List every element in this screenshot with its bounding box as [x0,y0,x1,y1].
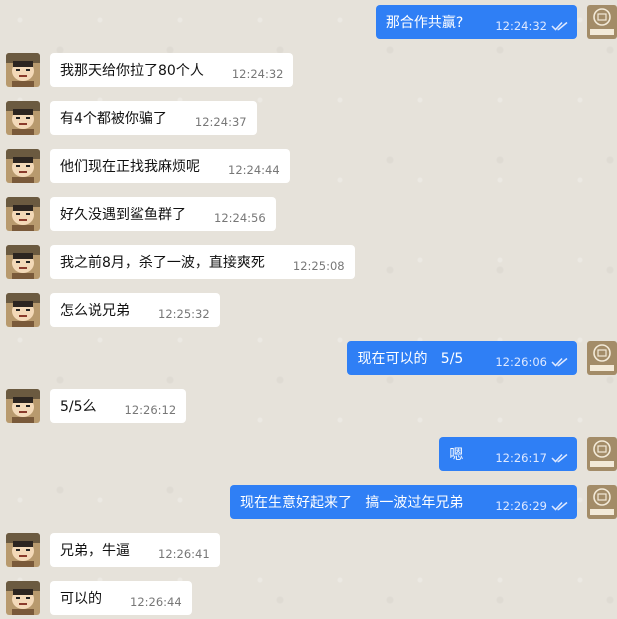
seal-stamp-avatar-icon [587,341,617,375]
cartoon-boy-avatar-icon [6,149,40,183]
cartoon-boy-avatar-icon [6,581,40,615]
message-bubble[interactable]: 5/5么 12:26:12 [50,389,187,423]
message-time: 12:24:44 [228,163,280,177]
message-text: 现在可以的 5/5 [357,351,464,367]
message-time: 12:24:56 [214,211,266,225]
message-row-incoming: 好久没遇到鲨鱼群了 12:24:56 [0,197,617,235]
message-row-incoming: 我之前8月，杀了一波，直接爽死 12:25:08 [0,245,617,283]
message-row-incoming: 5/5么 12:26:12 [0,389,617,427]
message-row-incoming: 我那天给你拉了80个人 12:24:32 [0,53,617,91]
message-row-outgoing: 现在生意好起来了 搞一波过年兄弟 12:26:29 [0,485,617,523]
my-avatar[interactable] [587,341,617,375]
double-check-icon [551,21,568,31]
my-avatar[interactable] [587,485,617,519]
message-text: 有4个都被你骗了 [60,111,167,127]
message-text: 他们现在正找我麻烦呢 [60,159,200,175]
message-bubble[interactable]: 我那天给你拉了80个人 12:24:32 [50,53,294,87]
message-time: 12:26:06 [495,355,547,369]
message-text: 那合作共赢? [385,15,464,31]
contact-avatar[interactable] [6,101,40,135]
message-time: 12:24:32 [495,19,547,33]
message-time: 12:25:32 [158,307,210,321]
cartoon-boy-avatar-icon [6,197,40,231]
contact-avatar[interactable] [6,293,40,327]
double-check-icon [551,357,568,367]
contact-avatar[interactable] [6,581,40,615]
seal-stamp-avatar-icon [587,437,617,471]
message-row-incoming: 有4个都被你骗了 12:24:37 [0,101,617,139]
message-text: 现在生意好起来了 搞一波过年兄弟 [239,495,464,511]
message-time: 12:24:32 [231,67,284,81]
message-text: 嗯 [449,447,464,463]
message-text: 5/5么 [60,399,97,415]
double-check-icon [551,453,568,463]
message-text: 好久没遇到鲨鱼群了 [60,207,186,223]
contact-avatar[interactable] [6,149,40,183]
message-time: 12:24:37 [194,115,247,129]
cartoon-boy-avatar-icon [6,245,40,279]
message-bubble[interactable]: 那合作共赢? 12:24:32 [375,5,577,39]
message-time: 12:26:12 [124,403,177,417]
message-text: 怎么说兄弟 [60,303,130,319]
message-time: 12:26:29 [495,499,547,513]
cartoon-boy-avatar-icon [6,53,40,87]
cartoon-boy-avatar-icon [6,389,40,423]
message-row-outgoing: 嗯 12:26:17 [0,437,617,475]
message-time: 12:26:17 [495,451,547,465]
message-row-outgoing: 那合作共赢? 12:24:32 [0,5,617,43]
message-time: 12:26:41 [158,547,210,561]
message-bubble[interactable]: 好久没遇到鲨鱼群了 12:24:56 [50,197,276,231]
message-time: 12:25:08 [292,259,345,273]
message-bubble[interactable]: 他们现在正找我麻烦呢 12:24:44 [50,149,290,183]
my-avatar[interactable] [587,437,617,471]
seal-stamp-avatar-icon [587,485,617,519]
message-text: 我那天给你拉了80个人 [60,63,204,79]
message-time: 12:26:44 [130,595,182,609]
contact-avatar[interactable] [6,245,40,279]
my-avatar[interactable] [587,5,617,39]
message-bubble[interactable]: 嗯 12:26:17 [439,437,577,471]
message-bubble[interactable]: 兄弟，牛逼 12:26:41 [50,533,220,567]
message-row-incoming: 他们现在正找我麻烦呢 12:24:44 [0,149,617,187]
message-row-incoming: 兄弟，牛逼 12:26:41 [0,533,617,571]
message-bubble[interactable]: 现在生意好起来了 搞一波过年兄弟 12:26:29 [229,485,577,519]
message-bubble[interactable]: 可以的 12:26:44 [50,581,192,615]
message-text: 我之前8月，杀了一波，直接爽死 [60,255,265,271]
contact-avatar[interactable] [6,389,40,423]
message-text: 可以的 [60,591,102,607]
message-text: 兄弟，牛逼 [60,543,130,559]
message-row-outgoing: 现在可以的 5/5 12:26:06 [0,341,617,379]
message-bubble[interactable]: 怎么说兄弟 12:25:32 [50,293,220,327]
message-bubble[interactable]: 有4个都被你骗了 12:24:37 [50,101,257,135]
message-row-incoming: 可以的 12:26:44 [0,581,617,619]
message-bubble[interactable]: 现在可以的 5/5 12:26:06 [347,341,577,375]
message-row-incoming: 怎么说兄弟 12:25:32 [0,293,617,331]
cartoon-boy-avatar-icon [6,293,40,327]
cartoon-boy-avatar-icon [6,101,40,135]
seal-stamp-avatar-icon [587,5,617,39]
message-bubble[interactable]: 我之前8月，杀了一波，直接爽死 12:25:08 [50,245,355,279]
double-check-icon [551,501,568,511]
contact-avatar[interactable] [6,533,40,567]
contact-avatar[interactable] [6,53,40,87]
contact-avatar[interactable] [6,197,40,231]
cartoon-boy-avatar-icon [6,533,40,567]
